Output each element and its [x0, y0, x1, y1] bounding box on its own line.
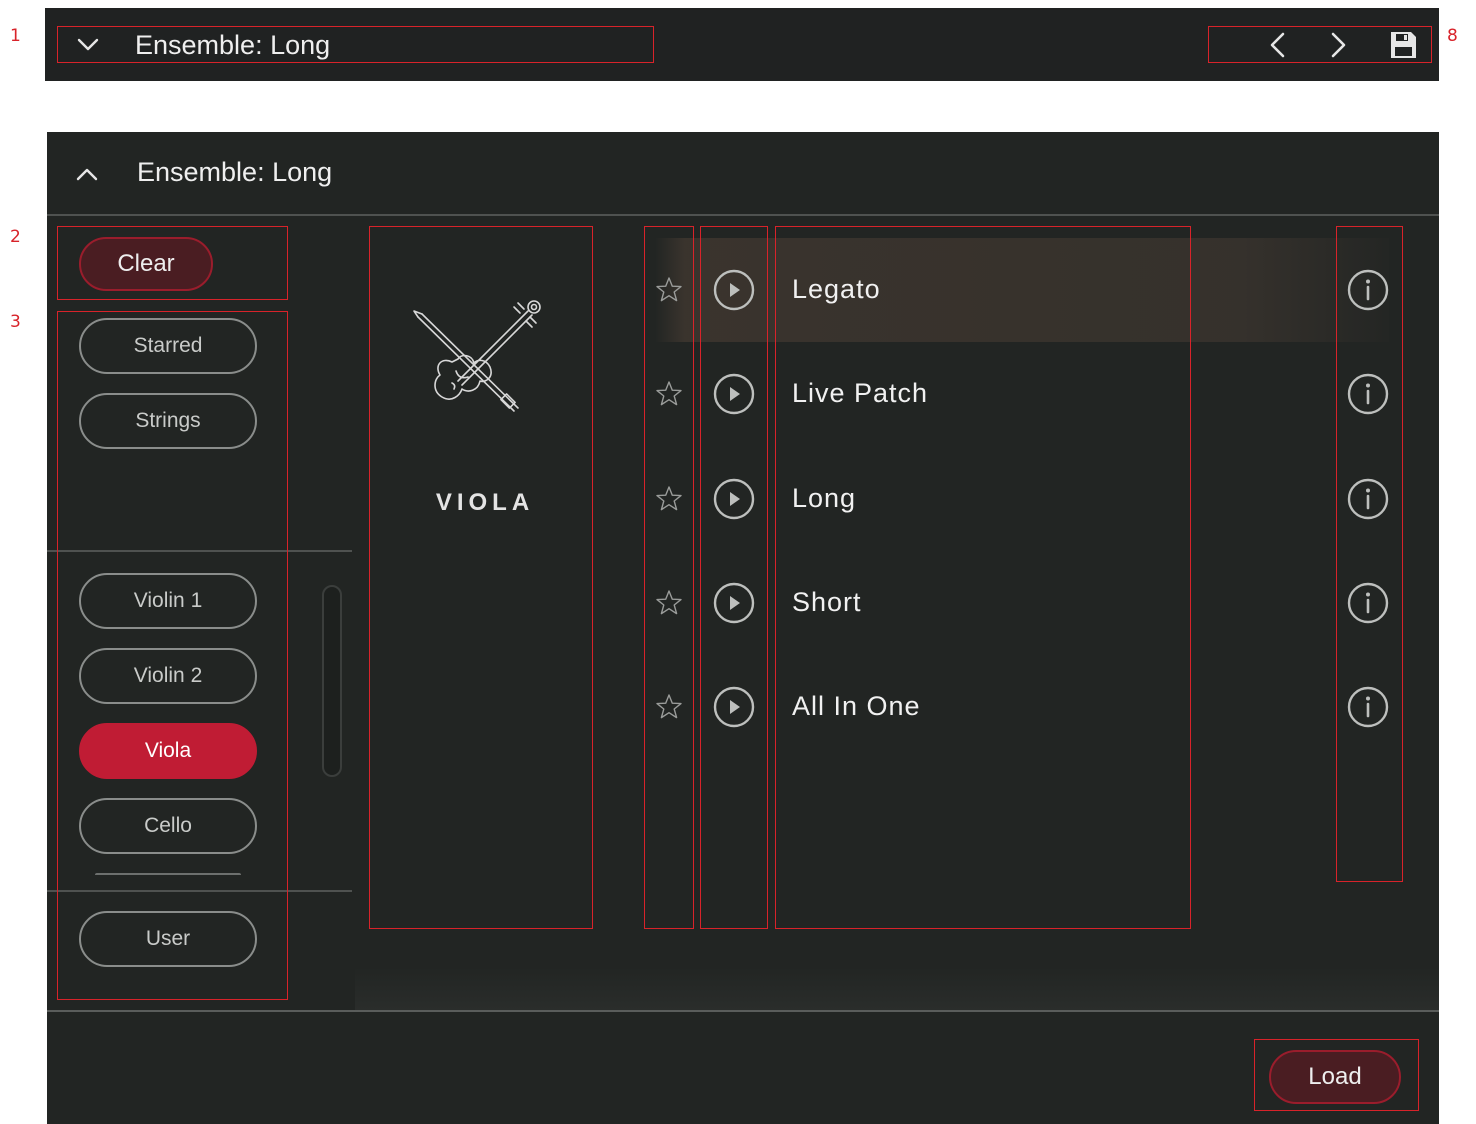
callout-8: 8 — [1447, 26, 1458, 46]
selected-row-highlight — [655, 238, 1389, 342]
patch-item-label[interactable]: Legato — [792, 274, 881, 305]
info-icon[interactable] — [1346, 477, 1390, 521]
save-icon[interactable] — [1388, 29, 1418, 61]
play-preview-icon[interactable] — [712, 581, 756, 625]
info-icon[interactable] — [1346, 372, 1390, 416]
chevron-down-icon[interactable] — [73, 30, 103, 60]
info-icon[interactable] — [1346, 581, 1390, 625]
star-icon[interactable] — [655, 276, 683, 304]
sidebar-divider — [47, 550, 352, 552]
viola-icon — [413, 300, 541, 412]
patch-item-label[interactable]: Long — [792, 483, 856, 514]
filter-strings[interactable]: Strings — [79, 393, 257, 449]
play-preview-icon[interactable] — [712, 477, 756, 521]
clear-button[interactable]: Clear — [79, 237, 213, 291]
filter-starred[interactable]: Starred — [79, 318, 257, 374]
instrument-name: VIOLA — [435, 489, 535, 516]
filter-next-partial — [95, 873, 241, 877]
filter-violin-2[interactable]: Violin 2 — [79, 648, 257, 704]
header-divider — [47, 214, 1439, 216]
load-button[interactable]: Load — [1269, 1050, 1401, 1104]
info-icon[interactable] — [1346, 685, 1390, 729]
star-icon[interactable] — [655, 589, 683, 617]
footer-divider — [47, 1010, 1439, 1012]
filter-viola[interactable]: Viola — [79, 723, 257, 779]
filter-cello[interactable]: Cello — [79, 798, 257, 854]
list-footer-shade — [355, 967, 1439, 1010]
chevron-up-icon[interactable] — [72, 160, 102, 190]
patch-item-label[interactable]: All In One — [792, 691, 921, 722]
play-preview-icon[interactable] — [712, 268, 756, 312]
callout-3: 3 — [10, 312, 21, 332]
callout-2: 2 — [10, 227, 21, 247]
patch-item-label[interactable]: Short — [792, 587, 862, 618]
info-icon[interactable] — [1346, 268, 1390, 312]
panel-title[interactable]: Ensemble: Long — [137, 157, 332, 188]
sidebar-divider-bottom — [47, 890, 352, 892]
filter-user[interactable]: User — [79, 911, 257, 967]
star-icon[interactable] — [655, 380, 683, 408]
play-preview-icon[interactable] — [712, 685, 756, 729]
star-icon[interactable] — [655, 485, 683, 513]
filter-violin-1[interactable]: Violin 1 — [79, 573, 257, 629]
chevron-right-icon[interactable] — [1323, 29, 1353, 61]
collapsed-browser-bar: Ensemble: Long — [45, 8, 1439, 81]
filter-scrollbar[interactable] — [322, 585, 342, 777]
play-preview-icon[interactable] — [712, 372, 756, 416]
chevron-left-icon[interactable] — [1263, 29, 1293, 61]
browser-panel: Ensemble: Long Clear Starred Strings Vio… — [47, 132, 1439, 1124]
preset-title[interactable]: Ensemble: Long — [135, 30, 330, 61]
star-icon[interactable] — [655, 693, 683, 721]
callout-1: 1 — [10, 26, 21, 46]
patch-item-label[interactable]: Live Patch — [792, 378, 928, 409]
